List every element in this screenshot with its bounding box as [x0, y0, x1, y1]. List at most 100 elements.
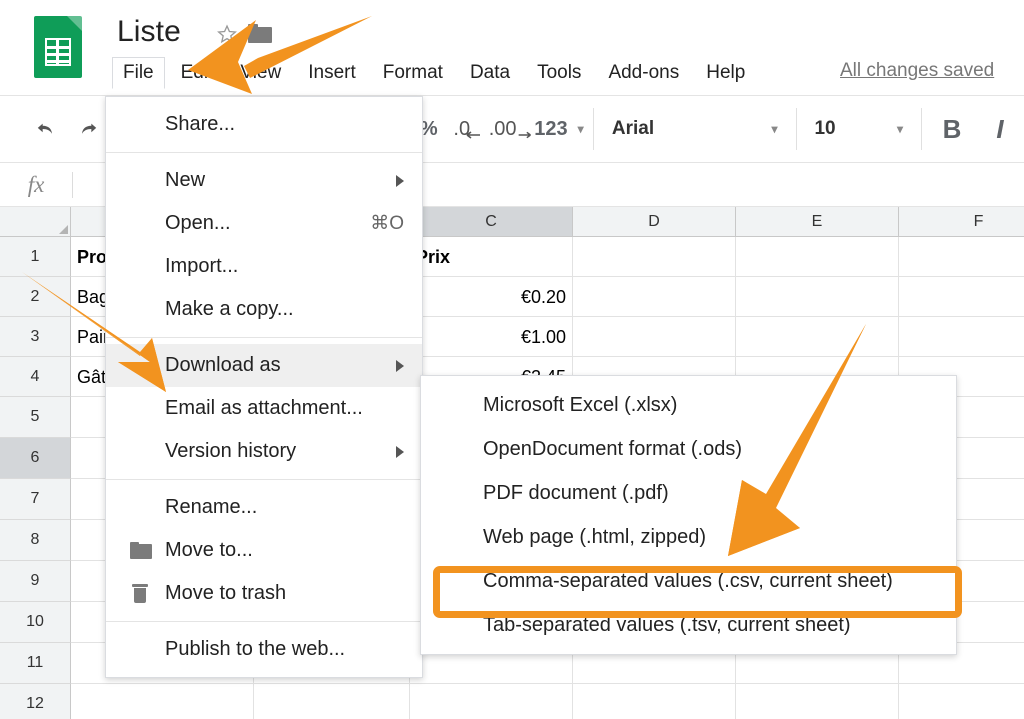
cell-C2[interactable]: €0.20: [410, 277, 573, 317]
download-option-tab-separated-values-tsv-current-sheet[interactable]: Tab-separated values (.tsv, current shee…: [421, 603, 956, 647]
font-size-select[interactable]: 10 ▾: [802, 107, 915, 151]
cell-F1[interactable]: [899, 237, 1024, 277]
cell-E3[interactable]: [736, 317, 899, 357]
undo-button[interactable]: [27, 107, 67, 151]
menu-item-help[interactable]: Help: [695, 57, 756, 89]
redo-arrow-icon: [81, 123, 97, 134]
chevron-down-icon: ▾: [577, 122, 584, 136]
cell-C1[interactable]: Prix: [410, 237, 573, 277]
row-header-3[interactable]: 3: [0, 317, 71, 357]
cell-E2[interactable]: [736, 277, 899, 317]
trash-icon: [130, 583, 152, 604]
file-menu-item-move-to[interactable]: Move to...: [106, 529, 422, 572]
cell-C12[interactable]: [410, 684, 573, 719]
cell-F3[interactable]: [899, 317, 1024, 357]
chevron-down-icon: ▾: [771, 122, 778, 136]
undo-arrow-icon: [37, 123, 52, 134]
increase-decimal-button[interactable]: .00: [489, 107, 531, 151]
cell-D12[interactable]: [573, 684, 736, 719]
menu-item-label: Move to trash: [165, 582, 287, 604]
menu-separator: [106, 337, 422, 338]
file-menu-item-download-as[interactable]: Download as: [106, 344, 422, 387]
star-icon[interactable]: [217, 24, 237, 44]
menu-item-file[interactable]: File: [112, 56, 165, 89]
menu-item-label: Share...: [165, 113, 236, 135]
google-sheets-window: Liste File Edit View Insert Format Data …: [0, 0, 1024, 719]
cell-A12[interactable]: [71, 684, 254, 719]
row-header-5[interactable]: 5: [0, 397, 71, 438]
download-option-comma-separated-values-csv-current-sheet[interactable]: Comma-separated values (.csv, current sh…: [421, 559, 956, 603]
file-menu-item-version-history[interactable]: Version history: [106, 430, 422, 473]
cell-F2[interactable]: [899, 277, 1024, 317]
menu-item-shortcut: ⌘O: [370, 213, 404, 234]
bold-button[interactable]: B: [928, 107, 976, 151]
row-header-11[interactable]: 11: [0, 643, 71, 684]
row-header-4[interactable]: 4: [0, 357, 71, 397]
row-header-1[interactable]: 1: [0, 237, 71, 277]
file-menu-item-publish-to-the-web[interactable]: Publish to the web...: [106, 628, 422, 671]
file-menu-item-email-as-attachment[interactable]: Email as attachment...: [106, 387, 422, 430]
menu-item-view[interactable]: View: [229, 57, 292, 89]
number-format-label: 123: [534, 117, 568, 140]
number-format-button[interactable]: 123 ▾: [531, 107, 587, 151]
sheets-logo-icon[interactable]: [34, 16, 82, 78]
row-header-9[interactable]: 9: [0, 561, 71, 602]
menu-item-label: Version history: [165, 440, 297, 462]
row-header-2[interactable]: 2: [0, 277, 71, 317]
row-header-6[interactable]: 6: [0, 438, 71, 479]
file-menu-item-rename[interactable]: Rename...: [106, 486, 422, 529]
file-menu-item-new[interactable]: New: [106, 159, 422, 202]
cell-D2[interactable]: [573, 277, 736, 317]
row-header-8[interactable]: 8: [0, 520, 71, 561]
download-option-label: PDF document (.pdf): [483, 481, 669, 504]
chevron-right-icon: [396, 174, 404, 187]
row-header-7[interactable]: 7: [0, 479, 71, 520]
column-header-c[interactable]: C: [410, 207, 573, 237]
column-header-e[interactable]: E: [736, 207, 899, 237]
menu-item-data[interactable]: Data: [459, 57, 521, 89]
menu-item-addons[interactable]: Add-ons: [597, 57, 690, 89]
download-option-web-page-html-zipped[interactable]: Web page (.html, zipped): [421, 515, 956, 559]
download-option-opendocument-format-ods[interactable]: OpenDocument format (.ods): [421, 427, 956, 471]
decrease-decimal-label: .0: [453, 117, 471, 140]
redo-button[interactable]: [67, 107, 107, 151]
decrease-decimal-button[interactable]: .0: [449, 107, 489, 151]
cell-B12[interactable]: [254, 684, 410, 719]
column-header-d[interactable]: D: [573, 207, 736, 237]
font-family-select[interactable]: Arial ▾: [600, 107, 790, 151]
menu-item-edit[interactable]: Edit: [170, 57, 225, 89]
fx-icon: fx: [27, 171, 45, 197]
cell-D3[interactable]: [573, 317, 736, 357]
cell-D1[interactable]: [573, 237, 736, 277]
italic-button[interactable]: I: [976, 107, 1024, 151]
menu-item-tools[interactable]: Tools: [526, 57, 592, 89]
row-header-column: 12345678910111213: [0, 237, 71, 719]
chevron-right-icon: [396, 445, 404, 458]
column-header-f[interactable]: F: [899, 207, 1024, 237]
file-menu-item-import[interactable]: Import...: [106, 245, 422, 288]
cell-F12[interactable]: [899, 684, 1024, 719]
row-header-10[interactable]: 10: [0, 602, 71, 643]
download-option-pdf-document-pdf[interactable]: PDF document (.pdf): [421, 471, 956, 515]
file-menu-item-make-a-copy[interactable]: Make a copy...: [106, 288, 422, 331]
move-to-folder-icon[interactable]: [248, 24, 272, 43]
save-status-label[interactable]: All changes saved: [840, 60, 994, 82]
file-menu-item-open[interactable]: Open... ⌘O: [106, 202, 422, 245]
menu-item-label: Open...: [165, 212, 231, 234]
menu-separator: [106, 479, 422, 480]
cell-E12[interactable]: [736, 684, 899, 719]
cell-E1[interactable]: [736, 237, 899, 277]
chevron-right-icon: [396, 359, 404, 372]
file-menu-item-share[interactable]: Share...: [106, 103, 422, 146]
download-option-microsoft-excel-xlsx[interactable]: Microsoft Excel (.xlsx): [421, 383, 956, 427]
select-all-corner[interactable]: [0, 207, 71, 237]
document-title[interactable]: Liste: [117, 15, 181, 49]
menu-item-format[interactable]: Format: [372, 57, 454, 89]
cell-C3[interactable]: €1.00: [410, 317, 573, 357]
download-option-label: Web page (.html, zipped): [483, 525, 707, 548]
row-header-12[interactable]: 12: [0, 684, 71, 719]
menu-item-label: Publish to the web...: [165, 638, 346, 660]
file-menu-item-move-to-trash[interactable]: Move to trash: [106, 572, 422, 615]
menu-item-insert[interactable]: Insert: [297, 57, 367, 89]
menu-separator: [106, 621, 422, 622]
